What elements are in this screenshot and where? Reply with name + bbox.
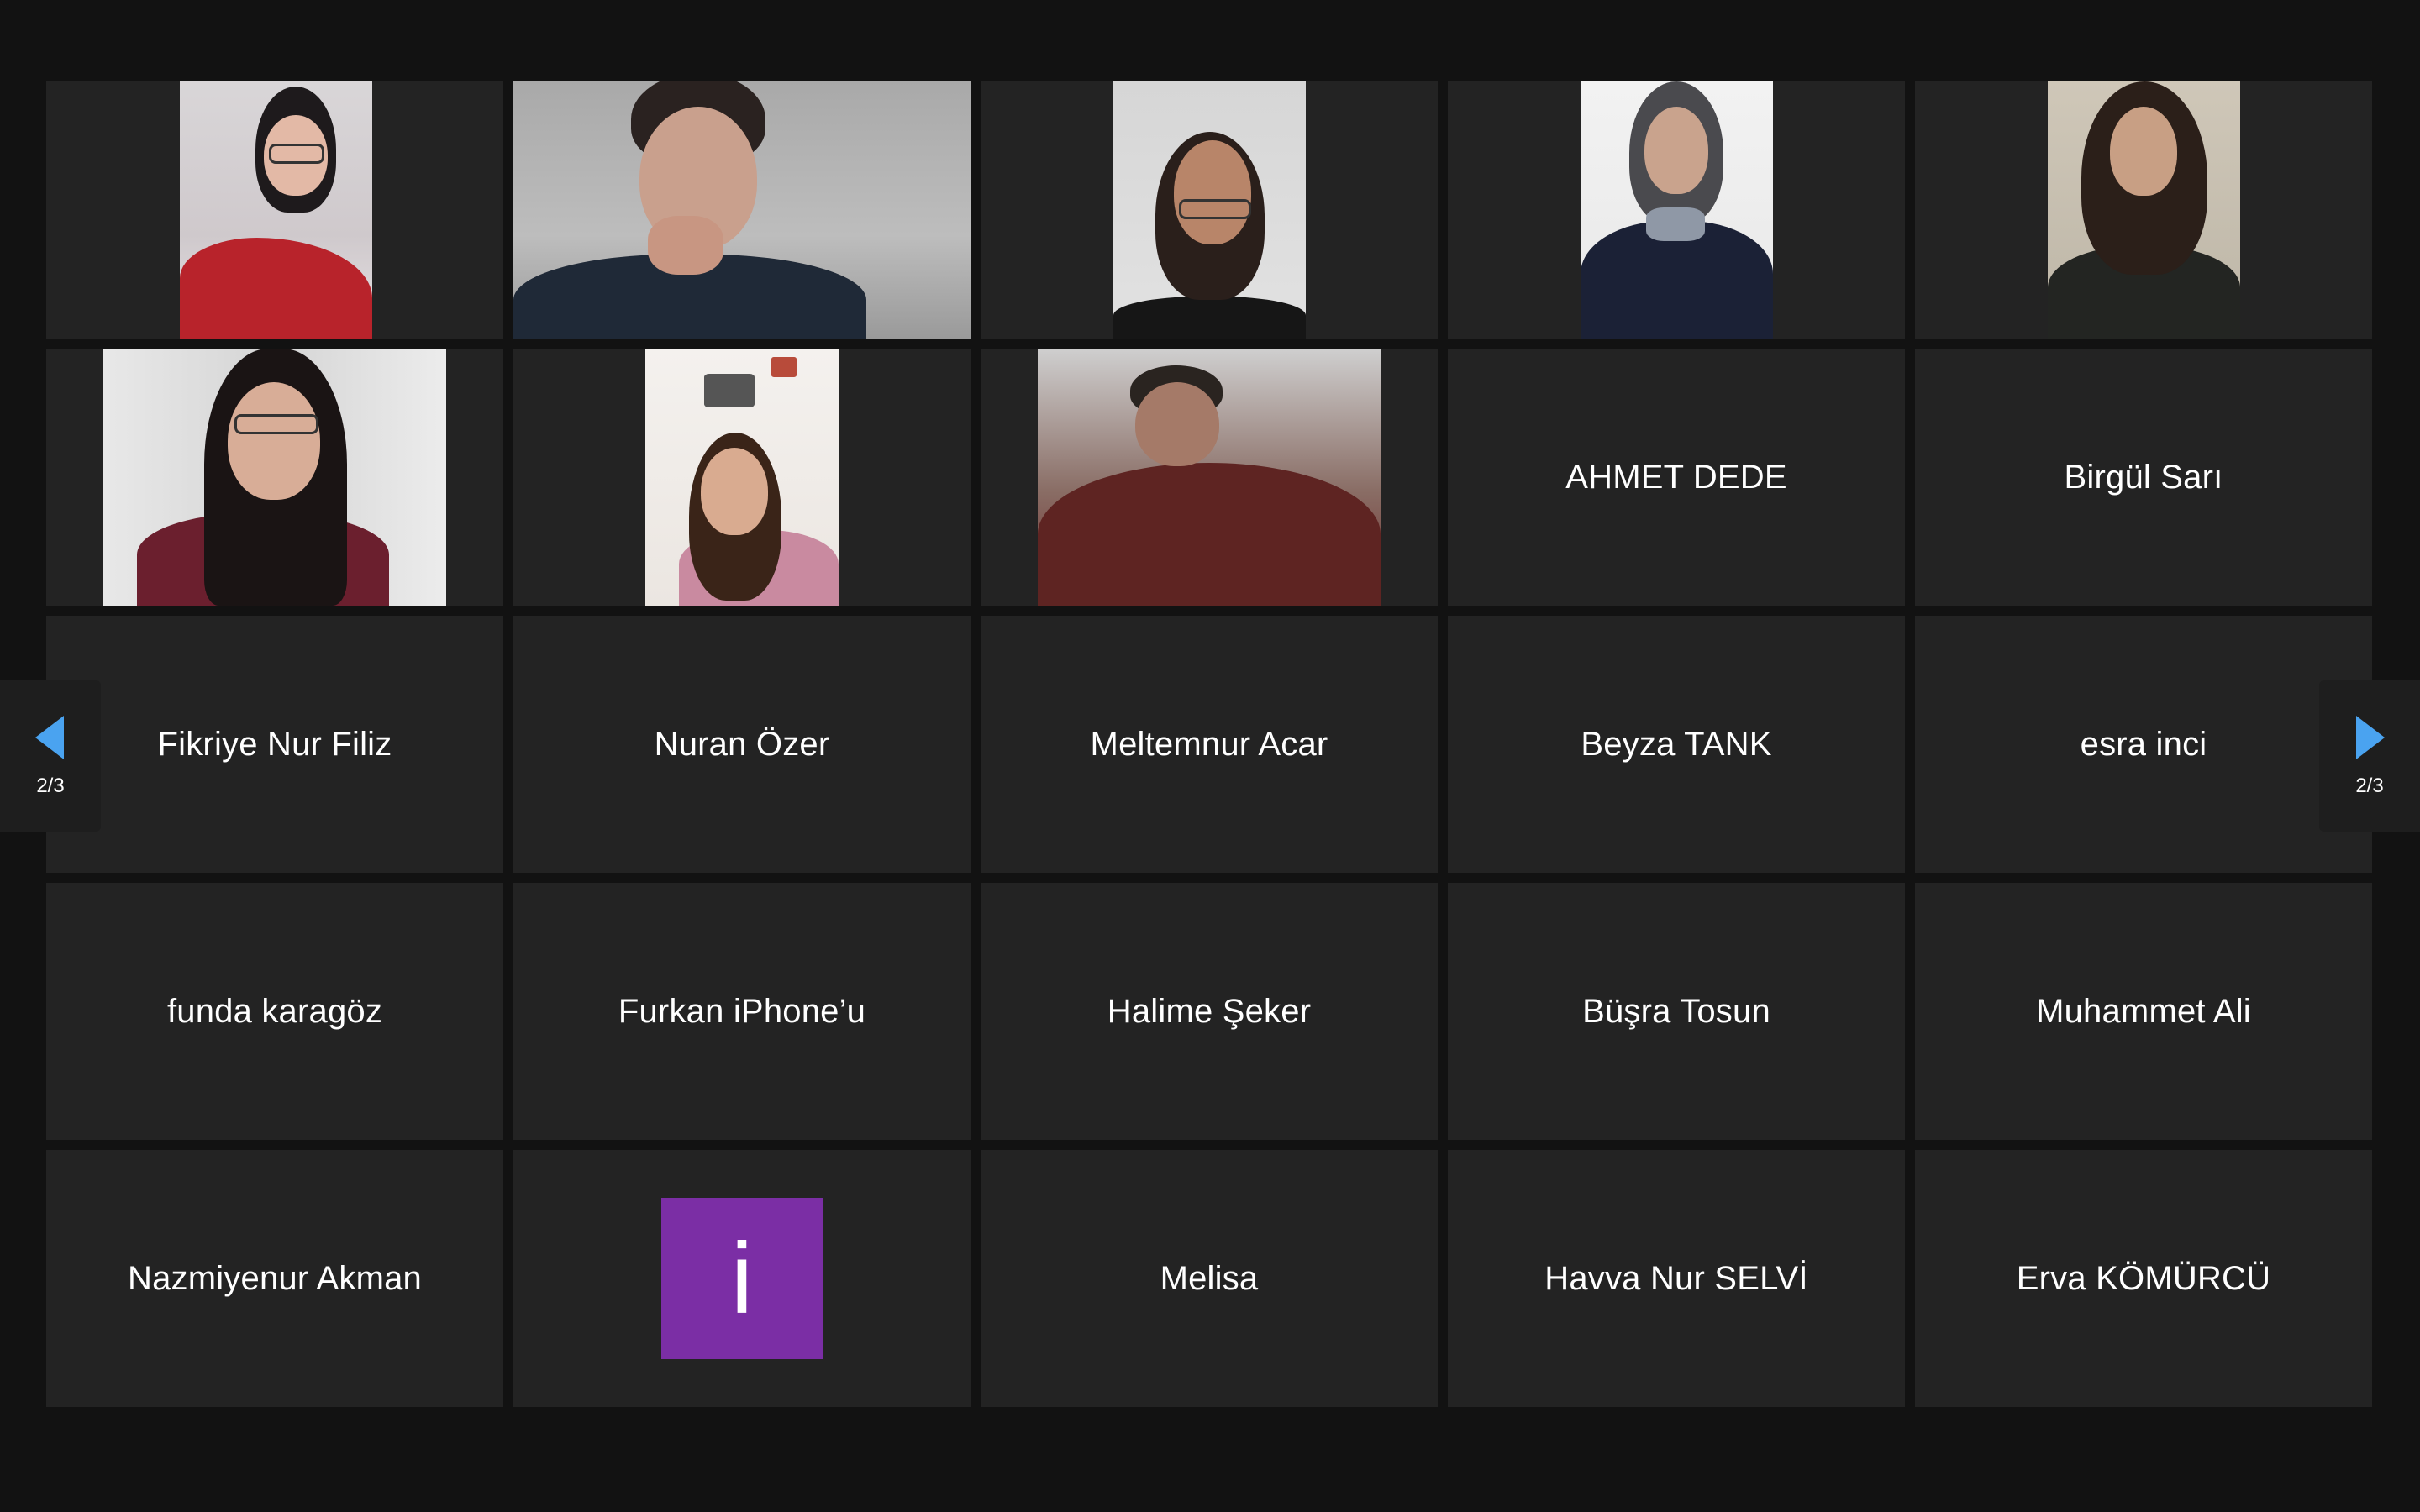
participant-name: Halime Şeker [1107, 992, 1312, 1030]
participant-video-tile[interactable] [981, 81, 1438, 339]
participant-name: Büşra Tosun [1582, 992, 1770, 1030]
page-indicator: 2/3 [36, 774, 65, 797]
participant-name-tile[interactable]: funda karagöz [46, 883, 503, 1140]
arrow-left-icon [35, 716, 64, 759]
video-feed [645, 349, 839, 606]
participant-name-tile[interactable]: Havva Nur SELVİ [1448, 1150, 1905, 1407]
participant-name: Furkan iPhone’u [618, 992, 866, 1030]
participant-name: Fikriye Nur Filiz [157, 725, 392, 763]
participant-name-tile[interactable]: Büşra Tosun [1448, 883, 1905, 1140]
video-feed [1581, 81, 1773, 339]
participant-name: Nuran Özer [654, 725, 830, 763]
participant-grid: AHMET DEDE Birgül Sarı Fikriye Nur Filiz… [46, 81, 2374, 1407]
participant-name: Nazmiyenur Akman [128, 1259, 422, 1297]
participant-name: Beyza TANK [1581, 725, 1772, 763]
participant-name: Birgül Sarı [2064, 458, 2223, 496]
video-feed [180, 81, 372, 339]
participant-name: esra inci [2080, 725, 2207, 763]
previous-page-button[interactable]: 2/3 [0, 680, 101, 832]
participant-video-tile[interactable] [981, 349, 1438, 606]
participant-name: funda karagöz [166, 992, 383, 1030]
participant-name-tile[interactable]: Muhammet Ali [1915, 883, 2372, 1140]
participant-name-tile[interactable]: Meltemnur Acar [981, 616, 1438, 873]
participant-name: Meltemnur Acar [1090, 725, 1328, 763]
participant-video-tile[interactable] [1915, 81, 2372, 339]
participant-name-tile[interactable]: Halime Şeker [981, 883, 1438, 1140]
participant-name-tile[interactable]: Fikriye Nur Filiz [46, 616, 503, 873]
participant-name-tile[interactable]: AHMET DEDE [1448, 349, 1905, 606]
participant-name: Erva KÖMÜRCÜ [2016, 1259, 2271, 1297]
participant-name-tile[interactable]: Birgül Sarı [1915, 349, 2372, 606]
video-feed [2048, 81, 2240, 339]
participant-name-tile[interactable]: Furkan iPhone’u [513, 883, 971, 1140]
arrow-right-icon [2356, 716, 2385, 759]
participant-video-tile[interactable] [513, 349, 971, 606]
video-feed [1038, 349, 1381, 606]
participant-name: Muhammet Ali [2036, 992, 2251, 1030]
participant-name-tile[interactable]: esra inci [1915, 616, 2372, 873]
participant-name: Havva Nur SELVİ [1544, 1259, 1808, 1297]
participant-name-tile[interactable]: Melisa [981, 1150, 1438, 1407]
page-indicator: 2/3 [2355, 774, 2384, 797]
participant-name: AHMET DEDE [1565, 458, 1787, 496]
video-feed [513, 81, 971, 339]
participant-avatar-tile[interactable]: i [513, 1150, 971, 1407]
participant-name-tile[interactable]: Beyza TANK [1448, 616, 1905, 873]
participant-name-tile[interactable]: Nuran Özer [513, 616, 971, 873]
participant-video-tile[interactable] [46, 81, 503, 339]
participant-name: Melisa [1160, 1259, 1259, 1297]
participant-name-tile[interactable]: Erva KÖMÜRCÜ [1915, 1150, 2372, 1407]
gallery-view: AHMET DEDE Birgül Sarı Fikriye Nur Filiz… [0, 0, 2420, 1512]
participant-name-tile[interactable]: Nazmiyenur Akman [46, 1150, 503, 1407]
video-feed [1113, 81, 1306, 339]
participant-video-tile[interactable] [46, 349, 503, 606]
next-page-button[interactable]: 2/3 [2319, 680, 2420, 832]
participant-video-tile[interactable] [513, 81, 971, 339]
video-feed [103, 349, 446, 606]
avatar: i [661, 1198, 823, 1359]
participant-video-tile[interactable] [1448, 81, 1905, 339]
